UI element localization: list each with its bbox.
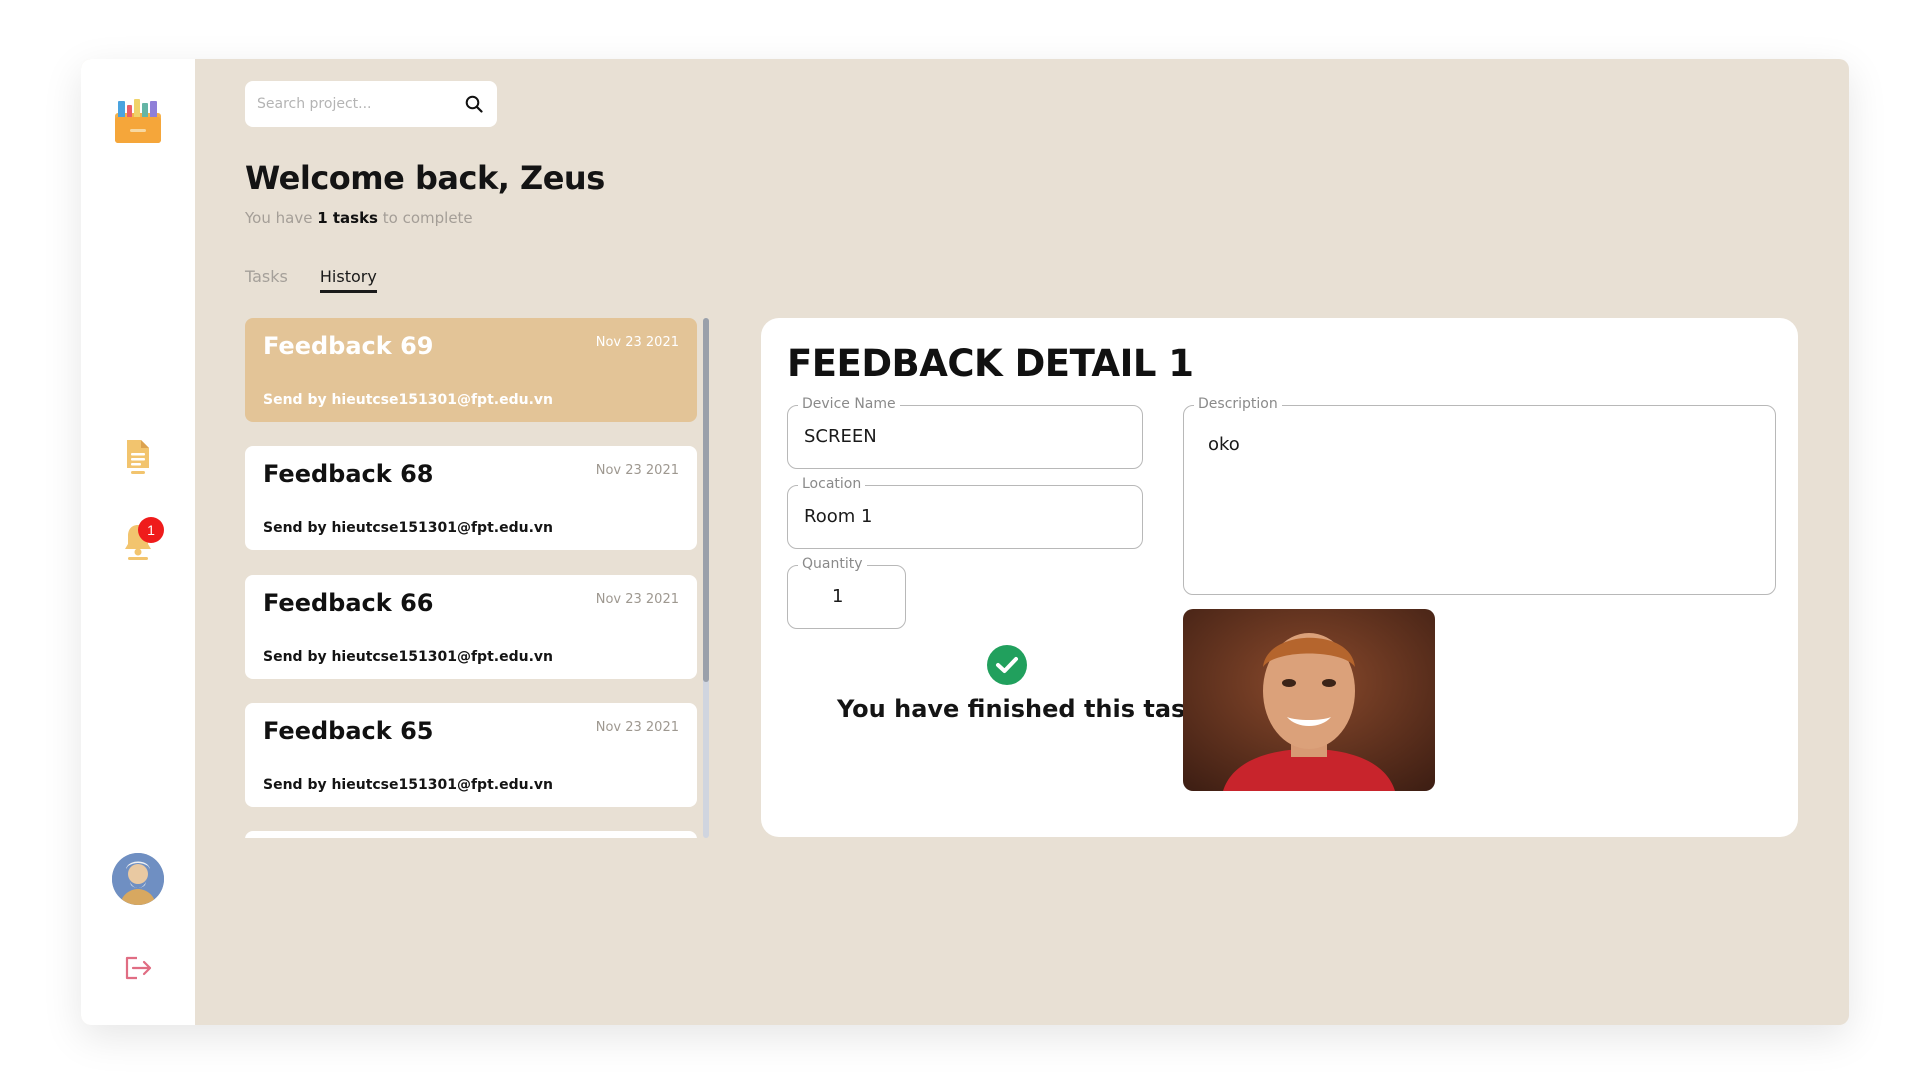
task-summary: You have 1 tasks to complete [245, 209, 473, 227]
search-icon[interactable] [463, 93, 485, 115]
location-value: Room 1 [804, 506, 873, 527]
user-avatar[interactable] [112, 853, 164, 905]
feedback-card[interactable]: Feedback 65 Nov 23 2021 Send by hieutcse… [245, 703, 697, 807]
feedback-date: Nov 23 2021 [595, 592, 679, 607]
nav-documents[interactable] [118, 437, 158, 481]
feedback-date: Nov 23 2021 [595, 335, 679, 350]
check-circle-icon [987, 645, 1027, 685]
description-field[interactable]: Description oko [1183, 396, 1776, 595]
sidebar: 1 [81, 59, 195, 1025]
completion-text: You have finished this task [837, 695, 1202, 723]
location-field[interactable]: Location Room 1 [787, 476, 1143, 549]
app-window: 1 Search project... Welcome back, Zeus Y… [81, 59, 1849, 1025]
feedback-card[interactable]: Feedback 69 Nov 23 2021 Send by hieutcse… [245, 318, 697, 422]
tab-tasks[interactable]: Tasks [245, 267, 288, 293]
feedback-date: Nov 23 2021 [595, 463, 679, 478]
feedback-sender: Send by hieutcse151301@fpt.edu.vn [263, 392, 553, 408]
feedback-date: Nov 23 2021 [595, 720, 679, 735]
feedback-photo [1183, 609, 1435, 791]
main-content: Welcome back, Zeus You have 1 tasks to c… [195, 59, 1849, 1025]
subtitle-prefix: You have [245, 209, 318, 227]
tab-history[interactable]: History [319, 267, 377, 293]
quantity-label: Quantity [798, 556, 867, 572]
feedback-card[interactable]: Feedback 68 Nov 23 2021 Send by hieutcse… [245, 446, 697, 550]
logout-icon [123, 955, 153, 985]
document-icon [125, 438, 151, 480]
search-input[interactable] [257, 96, 463, 112]
tab-bar: Tasks History [245, 267, 377, 293]
detail-title: FEEDBACK DETAIL 1 [787, 342, 1194, 385]
feedback-sender: Send by hieutcse151301@fpt.edu.vn [263, 649, 553, 665]
search-bar [245, 81, 497, 127]
notification-badge: 1 [138, 517, 164, 543]
subtitle-suffix: to complete [378, 209, 473, 227]
description-value: oko [1208, 434, 1240, 455]
completion-status: You have finished this task [837, 645, 1202, 723]
device-name-label: Device Name [798, 396, 900, 412]
feedback-sender: Send by hieutcse151301@fpt.edu.vn [263, 777, 553, 793]
quantity-value: 1 [832, 586, 844, 607]
page-title: Welcome back, Zeus [245, 159, 605, 197]
quantity-field[interactable]: Quantity 1 [787, 556, 906, 629]
location-label: Location [798, 476, 866, 492]
toolbox-logo-icon[interactable] [110, 93, 166, 149]
feedback-sender: Send by hieutcse151301@fpt.edu.vn [263, 520, 553, 536]
list-scrollbar[interactable] [703, 318, 709, 838]
logout-button[interactable] [121, 955, 155, 985]
feedback-list: Feedback 69 Nov 23 2021 Send by hieutcse… [245, 318, 697, 838]
nav-notifications[interactable]: 1 [116, 517, 164, 567]
scrollbar-thumb[interactable] [703, 318, 709, 682]
device-name-value: SCREEN [804, 426, 877, 447]
feedback-detail-panel: FEEDBACK DETAIL 1 Device Name SCREEN Loc… [761, 318, 1798, 837]
description-label: Description [1194, 396, 1282, 412]
feedback-card[interactable]: Feedback 66 Nov 23 2021 Send by hieutcse… [245, 575, 697, 679]
feedback-card-partial[interactable] [245, 831, 697, 838]
task-count: 1 tasks [317, 209, 378, 227]
device-name-field[interactable]: Device Name SCREEN [787, 396, 1143, 469]
